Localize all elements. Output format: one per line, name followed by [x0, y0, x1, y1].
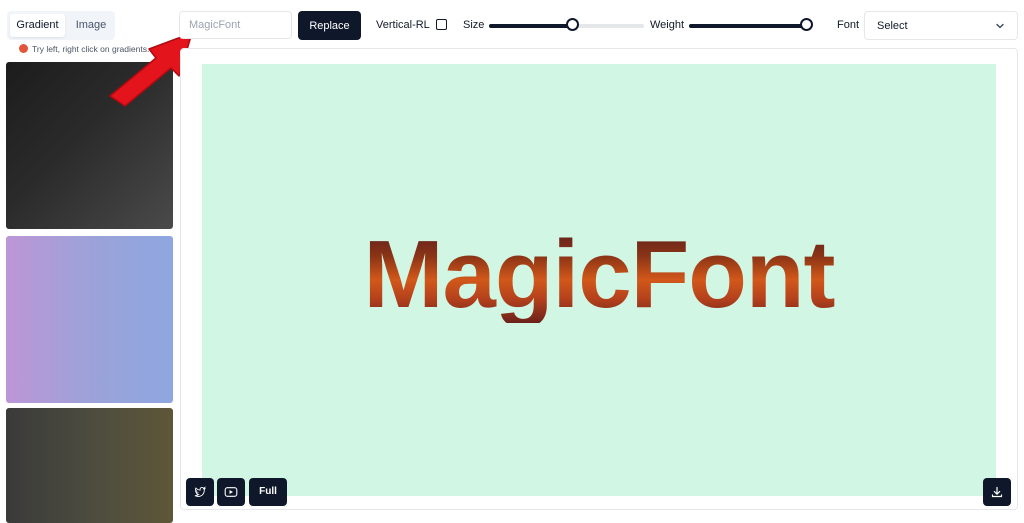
size-slider-thumb[interactable] [565, 18, 579, 31]
chevron-down-icon [996, 23, 1004, 29]
full-button[interactable]: Full [249, 478, 287, 506]
smiley-icon [19, 44, 28, 53]
download-button[interactable] [983, 478, 1011, 506]
preview-text: MagicFont [202, 227, 996, 323]
twitter-share-button[interactable] [186, 478, 214, 506]
font-select[interactable]: Select [864, 11, 1018, 40]
text-input[interactable] [179, 11, 292, 39]
gradient-swatch-purple-blue[interactable] [6, 236, 173, 403]
size-slider-fill [489, 24, 573, 28]
mode-tabs: Gradient Image [7, 11, 115, 40]
weight-label: Weight [650, 19, 685, 31]
font-select-value: Select [877, 20, 908, 32]
font-label: Font [837, 19, 860, 31]
weight-slider-thumb[interactable] [800, 18, 814, 31]
tab-gradient[interactable]: Gradient [10, 14, 65, 37]
vertical-rl-checkbox[interactable] [436, 19, 447, 30]
size-slider[interactable] [489, 18, 644, 31]
preview-canvas: MagicFont [202, 64, 996, 496]
youtube-icon [224, 487, 238, 497]
size-label: Size [463, 19, 485, 31]
twitter-icon [194, 486, 206, 497]
weight-slider-fill [689, 24, 808, 28]
replace-button[interactable]: Replace [298, 11, 361, 40]
gradient-swatch-dark-olive[interactable] [6, 408, 173, 523]
weight-slider[interactable] [689, 18, 814, 31]
download-icon [991, 486, 1003, 498]
youtube-button[interactable] [217, 478, 245, 506]
vertical-rl-label: Vertical-RL [376, 19, 430, 31]
